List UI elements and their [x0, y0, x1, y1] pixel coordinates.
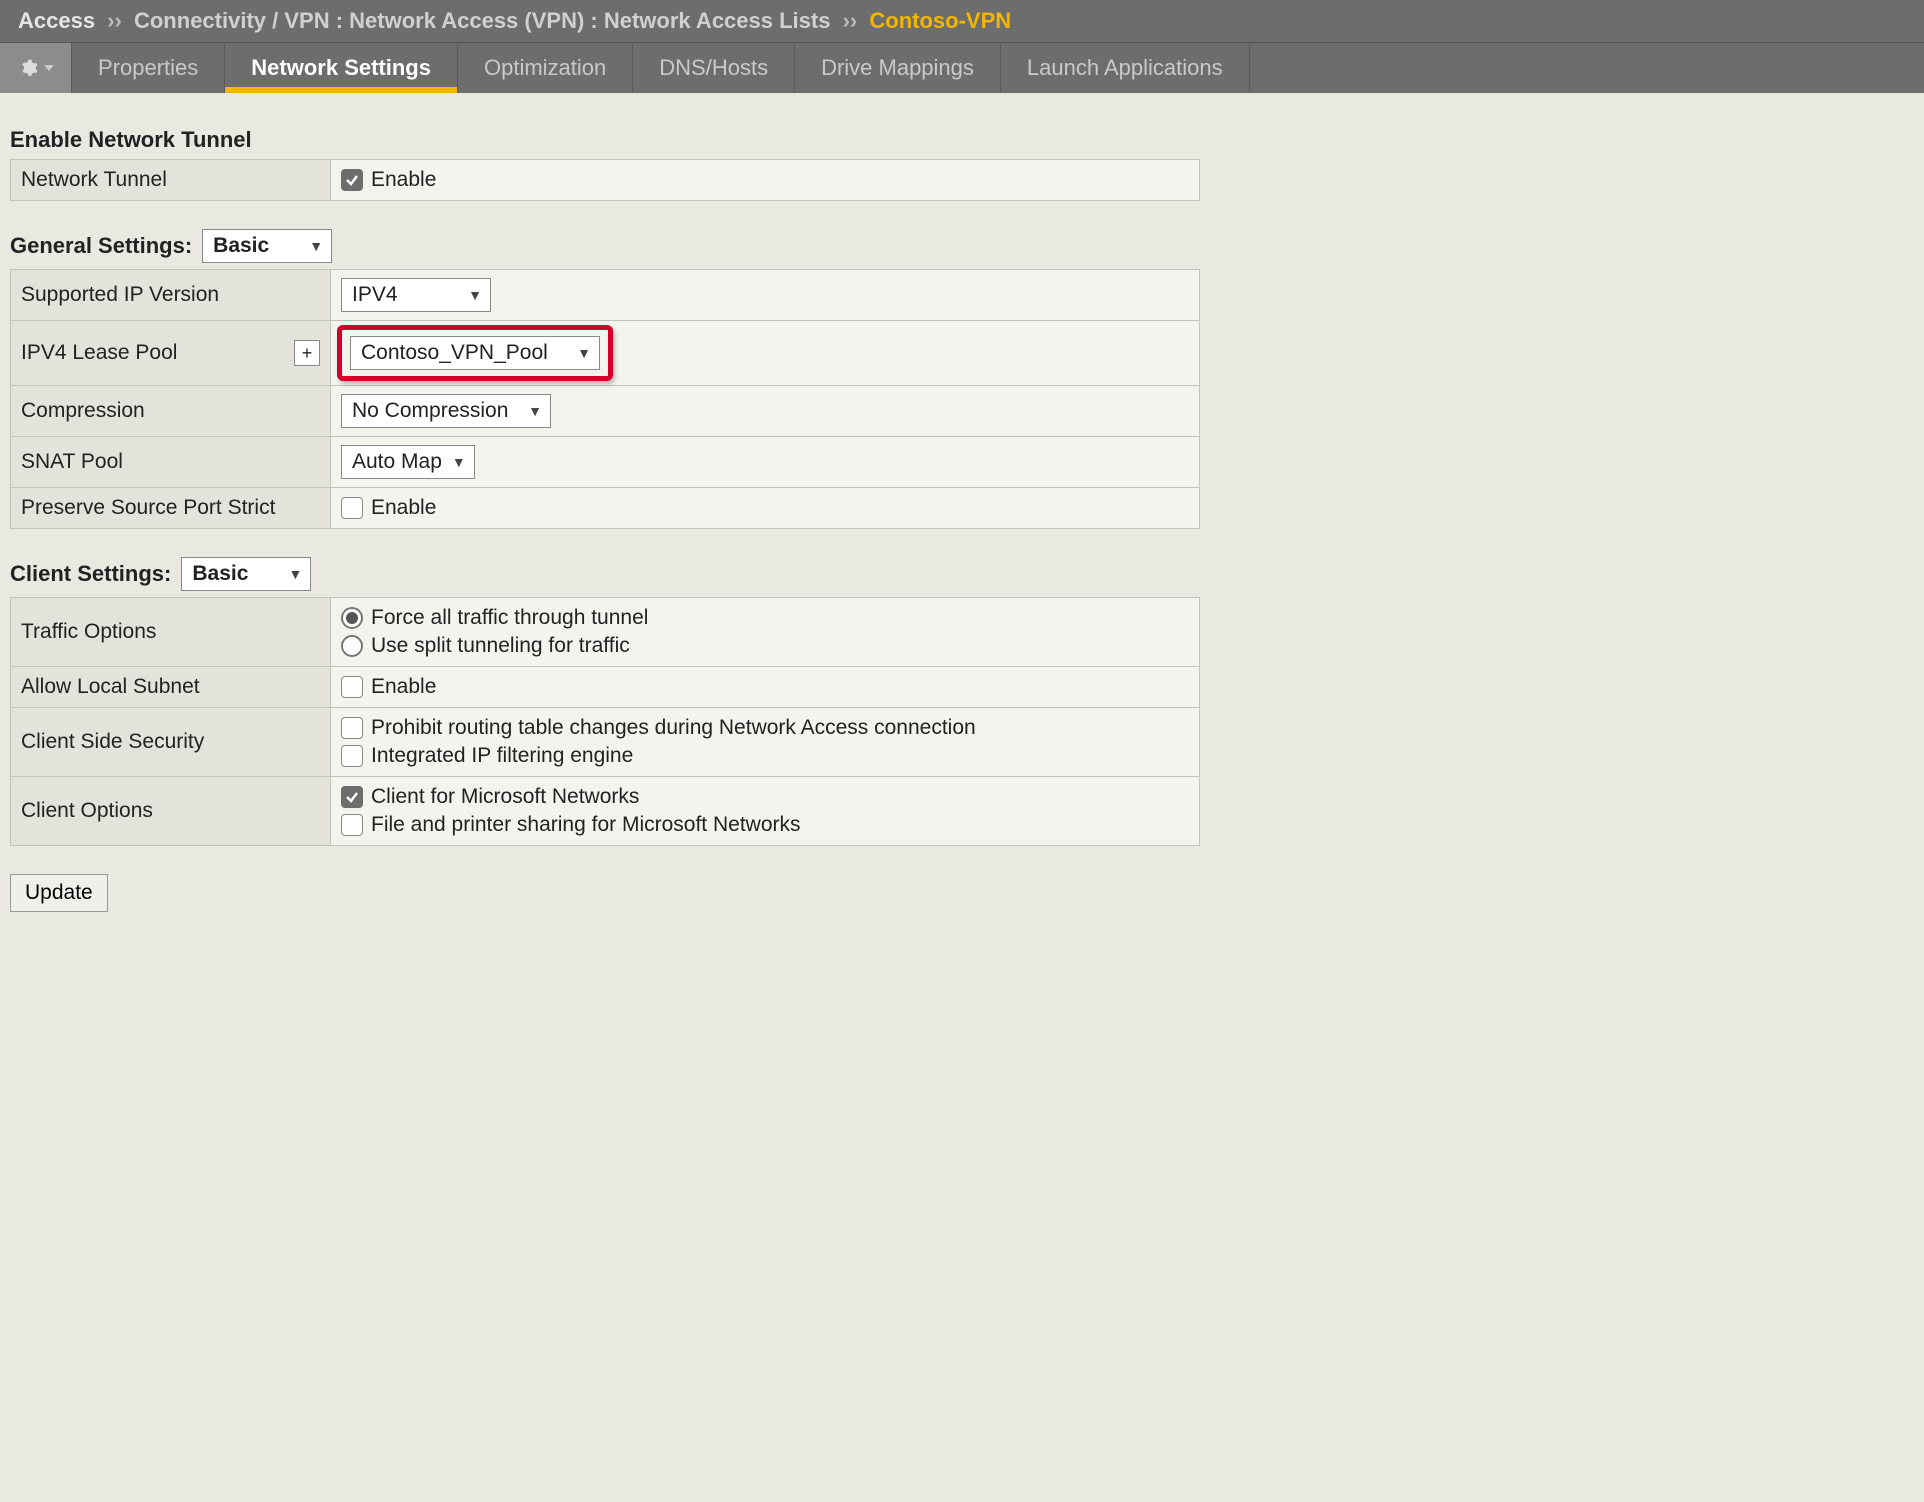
label-file-printer: File and printer sharing for Microsoft N…	[371, 813, 801, 837]
select-client-mode[interactable]: Basic ▼	[181, 557, 311, 591]
chevron-down-icon: ▼	[577, 345, 591, 361]
chevron-down-icon: ▼	[528, 403, 542, 419]
add-lease-pool-button[interactable]: +	[294, 340, 320, 366]
select-general-mode[interactable]: Basic ▼	[202, 229, 332, 263]
radio-traffic-split[interactable]	[341, 635, 363, 657]
label-prohibit-routing: Prohibit routing table changes during Ne…	[371, 716, 976, 740]
enable-tunnel-table: Network Tunnel Enable	[10, 159, 1200, 201]
general-settings-label: General Settings:	[10, 233, 192, 259]
label-allow-local-subnet: Allow Local Subnet	[11, 667, 331, 708]
label-client-options: Client Options	[11, 777, 331, 846]
row-compression: Compression No Compression ▼	[11, 386, 1200, 437]
radio-traffic-force[interactable]	[341, 607, 363, 629]
row-traffic-options: Traffic Options Force all traffic throug…	[11, 598, 1200, 667]
label-snat-pool: SNAT Pool	[11, 437, 331, 488]
highlight-lease-pool: Contoso_VPN_Pool ▼	[337, 325, 613, 381]
breadcrumb: Access ›› Connectivity / VPN : Network A…	[0, 0, 1924, 43]
row-client-side-security: Client Side Security Prohibit routing ta…	[11, 708, 1200, 777]
label-enable: Enable	[371, 168, 436, 192]
general-settings-table: Supported IP Version IPV4 ▼ IPV4 Lease P…	[10, 269, 1200, 529]
tab-network-settings[interactable]: Network Settings	[225, 43, 458, 93]
check-icon	[345, 790, 359, 804]
tab-optimization[interactable]: Optimization	[458, 43, 633, 93]
checkbox-preserve-port[interactable]	[341, 497, 363, 519]
select-compression[interactable]: No Compression ▼	[341, 394, 551, 428]
breadcrumb-sep: ››	[843, 8, 858, 33]
row-preserve-port: Preserve Source Port Strict Enable	[11, 488, 1200, 529]
label-client-ms: Client for Microsoft Networks	[371, 785, 639, 809]
label-supported-ip: Supported IP Version	[11, 270, 331, 321]
row-network-tunnel: Network Tunnel Enable	[11, 160, 1200, 201]
row-supported-ip: Supported IP Version IPV4 ▼	[11, 270, 1200, 321]
select-lease-pool[interactable]: Contoso_VPN_Pool ▼	[350, 336, 600, 370]
section-title-enable-tunnel: Enable Network Tunnel	[10, 127, 1200, 153]
select-general-mode-value: Basic	[213, 234, 269, 258]
row-snat-pool: SNAT Pool Auto Map ▼	[11, 437, 1200, 488]
label-traffic-options: Traffic Options	[11, 598, 331, 667]
breadcrumb-root[interactable]: Access	[18, 8, 95, 33]
checkbox-allow-local-subnet[interactable]	[341, 676, 363, 698]
label-enable: Enable	[371, 675, 436, 699]
select-client-mode-value: Basic	[192, 562, 248, 586]
gear-icon	[18, 58, 38, 78]
select-snat-pool[interactable]: Auto Map ▼	[341, 445, 475, 479]
label-client-side-security: Client Side Security	[11, 708, 331, 777]
label-preserve-port: Preserve Source Port Strict	[11, 488, 331, 529]
select-compression-value: No Compression	[352, 399, 508, 423]
checkbox-file-printer[interactable]	[341, 814, 363, 836]
chevron-down-icon	[44, 63, 54, 73]
label-traffic-force: Force all traffic through tunnel	[371, 606, 648, 630]
tab-launch-applications[interactable]: Launch Applications	[1001, 43, 1250, 93]
checkbox-integrated-filter[interactable]	[341, 745, 363, 767]
breadcrumb-path[interactable]: Connectivity / VPN : Network Access (VPN…	[134, 8, 830, 33]
label-lease-pool: IPV4 Lease Pool	[21, 341, 177, 365]
section-title-client-settings: Client Settings: Basic ▼	[10, 557, 1200, 591]
tab-bar: Properties Network Settings Optimization…	[0, 43, 1924, 93]
label-traffic-split: Use split tunneling for traffic	[371, 634, 630, 658]
gear-menu[interactable]	[0, 43, 72, 93]
section-title-general-settings: General Settings: Basic ▼	[10, 229, 1200, 263]
label-network-tunnel: Network Tunnel	[11, 160, 331, 201]
select-snat-pool-value: Auto Map	[352, 450, 442, 474]
checkbox-network-tunnel-enable[interactable]	[341, 169, 363, 191]
tab-properties[interactable]: Properties	[72, 43, 225, 93]
label-enable: Enable	[371, 496, 436, 520]
chevron-down-icon: ▼	[288, 566, 302, 582]
select-lease-pool-value: Contoso_VPN_Pool	[361, 341, 548, 365]
breadcrumb-current: Contoso-VPN	[869, 8, 1011, 33]
chevron-down-icon: ▼	[468, 287, 482, 303]
chevron-down-icon: ▼	[452, 454, 466, 470]
checkbox-client-ms[interactable]	[341, 786, 363, 808]
select-supported-ip[interactable]: IPV4 ▼	[341, 278, 491, 312]
select-supported-ip-value: IPV4	[352, 283, 398, 307]
row-lease-pool: IPV4 Lease Pool + Contoso_VPN_Pool ▼	[11, 321, 1200, 386]
row-client-options: Client Options Client for Microsoft Netw…	[11, 777, 1200, 846]
label-integrated-filter: Integrated IP filtering engine	[371, 744, 633, 768]
check-icon	[345, 173, 359, 187]
content-area: Enable Network Tunnel Network Tunnel Ena…	[0, 93, 1210, 932]
row-allow-local-subnet: Allow Local Subnet Enable	[11, 667, 1200, 708]
tab-dns-hosts[interactable]: DNS/Hosts	[633, 43, 795, 93]
tab-drive-mappings[interactable]: Drive Mappings	[795, 43, 1001, 93]
chevron-down-icon: ▼	[309, 238, 323, 254]
client-settings-label: Client Settings:	[10, 561, 171, 587]
client-settings-table: Traffic Options Force all traffic throug…	[10, 597, 1200, 846]
breadcrumb-sep: ››	[107, 8, 122, 33]
update-button[interactable]: Update	[10, 874, 108, 912]
checkbox-prohibit-routing[interactable]	[341, 717, 363, 739]
label-compression: Compression	[11, 386, 331, 437]
